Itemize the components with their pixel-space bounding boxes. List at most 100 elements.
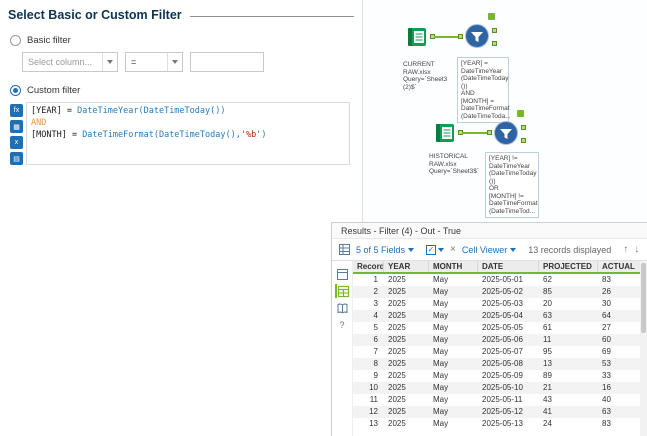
- filter-value-input[interactable]: [190, 52, 264, 72]
- table-cell[interactable]: 2025-05-12: [478, 406, 539, 418]
- column-header-month[interactable]: MONTH: [429, 261, 478, 272]
- table-cell[interactable]: 2025-05-06: [478, 334, 539, 346]
- vertical-scrollbar[interactable]: [640, 261, 647, 436]
- table-cell[interactable]: 43: [539, 394, 598, 406]
- table-cell[interactable]: 20: [539, 298, 598, 310]
- table-cell[interactable]: 2025: [384, 322, 429, 334]
- table-cell[interactable]: 27: [598, 322, 640, 334]
- column-header-projected[interactable]: PROJECTED: [539, 261, 598, 272]
- input-data-tool-current[interactable]: [405, 25, 429, 54]
- fields-dropdown[interactable]: 5 of 5 Fields: [356, 245, 415, 255]
- variables-icon[interactable]: x: [10, 136, 23, 149]
- table-cell[interactable]: 11: [353, 394, 384, 406]
- scrollbar-thumb[interactable]: [641, 263, 646, 333]
- help-icon[interactable]: ?: [335, 318, 350, 332]
- table-row[interactable]: 7 2025 May 2025-05-07 95 69: [353, 346, 640, 358]
- true-output-anchor[interactable]: [521, 125, 526, 130]
- table-cell[interactable]: May: [429, 394, 478, 406]
- table-cell[interactable]: 13: [353, 418, 384, 430]
- table-row[interactable]: 5 2025 May 2025-05-05 61 27: [353, 322, 640, 334]
- filter-annotation-1[interactable]: [YEAR] = DateTimeYear (DateTimeToday ())…: [457, 57, 511, 123]
- table-cell[interactable]: 41: [539, 406, 598, 418]
- operator-select[interactable]: =: [125, 52, 183, 72]
- table-cell[interactable]: 2025: [384, 310, 429, 322]
- column-header-date[interactable]: DATE: [478, 261, 539, 272]
- table-cell[interactable]: 2025: [384, 358, 429, 370]
- table-cell[interactable]: 8: [353, 358, 384, 370]
- table-cell[interactable]: 64: [598, 310, 640, 322]
- table-cell[interactable]: 21: [539, 382, 598, 394]
- table-cell[interactable]: 2: [353, 286, 384, 298]
- input-annotation-historical[interactable]: HISTORICAL RAW.xlsx Query=`Sheet3$`: [429, 153, 487, 176]
- data-view-icon[interactable]: [334, 284, 350, 298]
- table-cell[interactable]: 1: [353, 274, 384, 286]
- table-cell[interactable]: May: [429, 370, 478, 382]
- layout-view-icon[interactable]: [335, 267, 350, 281]
- table-cell[interactable]: 6: [353, 334, 384, 346]
- table-cell[interactable]: 60: [598, 334, 640, 346]
- table-cell[interactable]: 24: [539, 418, 598, 430]
- table-cell[interactable]: 2025: [384, 346, 429, 358]
- connection-line[interactable]: [434, 36, 460, 38]
- table-cell[interactable]: 13: [539, 358, 598, 370]
- chevron-down-icon[interactable]: [102, 53, 117, 71]
- table-cell[interactable]: 53: [598, 358, 640, 370]
- table-cell[interactable]: 3: [353, 298, 384, 310]
- table-cell[interactable]: 2025: [384, 370, 429, 382]
- input-data-tool-historical[interactable]: [433, 121, 457, 150]
- table-cell[interactable]: 2025: [384, 418, 429, 430]
- table-cell[interactable]: 2025: [384, 274, 429, 286]
- table-cell[interactable]: 2025-05-09: [478, 370, 539, 382]
- columns-icon[interactable]: ▦: [10, 120, 23, 133]
- table-row[interactable]: 3 2025 May 2025-05-03 20 30: [353, 298, 640, 310]
- table-cell[interactable]: 63: [539, 310, 598, 322]
- table-cell[interactable]: 63: [598, 406, 640, 418]
- table-cell[interactable]: 12: [353, 406, 384, 418]
- custom-filter-radio[interactable]: Custom filter: [10, 85, 352, 96]
- table-cell[interactable]: May: [429, 298, 478, 310]
- table-cell[interactable]: 83: [598, 274, 640, 286]
- table-row[interactable]: 6 2025 May 2025-05-06 11 60: [353, 334, 640, 346]
- table-cell[interactable]: May: [429, 358, 478, 370]
- table-options-icon[interactable]: [339, 244, 350, 255]
- expression-editor[interactable]: [YEAR] = DateTimeYear(DateTimeToday()) AN…: [26, 102, 350, 165]
- chevron-down-icon[interactable]: [167, 53, 182, 71]
- table-cell[interactable]: 2025: [384, 286, 429, 298]
- table-cell[interactable]: May: [429, 334, 478, 346]
- table-cell[interactable]: 2025: [384, 394, 429, 406]
- table-cell[interactable]: 2025: [384, 334, 429, 346]
- table-row[interactable]: 12 2025 May 2025-05-12 41 63: [353, 406, 640, 418]
- saved-expressions-icon[interactable]: ▤: [10, 152, 23, 165]
- table-cell[interactable]: 9: [353, 370, 384, 382]
- table-row[interactable]: 1 2025 May 2025-05-01 62 83: [353, 274, 640, 286]
- table-cell[interactable]: May: [429, 418, 478, 430]
- table-cell[interactable]: May: [429, 406, 478, 418]
- table-row[interactable]: 9 2025 May 2025-05-09 89 33: [353, 370, 640, 382]
- table-cell[interactable]: May: [429, 286, 478, 298]
- basic-filter-radio[interactable]: Basic filter: [10, 35, 352, 46]
- metadata-book-icon[interactable]: [335, 301, 350, 315]
- radio-selected-icon[interactable]: [10, 85, 21, 96]
- false-output-anchor[interactable]: [492, 41, 497, 46]
- table-cell[interactable]: 89: [539, 370, 598, 382]
- arrow-down-icon[interactable]: ↓: [634, 244, 639, 255]
- select-fields-icon[interactable]: ✓: [426, 244, 445, 255]
- functions-icon[interactable]: fx: [10, 104, 23, 117]
- table-cell[interactable]: 62: [539, 274, 598, 286]
- table-cell[interactable]: May: [429, 310, 478, 322]
- table-cell[interactable]: 2025-05-02: [478, 286, 539, 298]
- cell-viewer-dropdown[interactable]: Cell Viewer: [462, 245, 517, 255]
- table-cell[interactable]: 16: [598, 382, 640, 394]
- connection-line[interactable]: [462, 132, 489, 134]
- table-row[interactable]: 11 2025 May 2025-05-11 43 40: [353, 394, 640, 406]
- table-cell[interactable]: 2025-05-08: [478, 358, 539, 370]
- table-cell[interactable]: 2025-05-01: [478, 274, 539, 286]
- table-cell[interactable]: 2025-05-07: [478, 346, 539, 358]
- table-cell[interactable]: 4: [353, 310, 384, 322]
- table-cell[interactable]: 2025-05-11: [478, 394, 539, 406]
- table-cell[interactable]: 2025-05-13: [478, 418, 539, 430]
- table-row[interactable]: 13 2025 May 2025-05-13 24 83: [353, 418, 640, 430]
- table-row[interactable]: 4 2025 May 2025-05-04 63 64: [353, 310, 640, 322]
- table-row[interactable]: 2 2025 May 2025-05-02 85 26: [353, 286, 640, 298]
- table-cell[interactable]: 5: [353, 322, 384, 334]
